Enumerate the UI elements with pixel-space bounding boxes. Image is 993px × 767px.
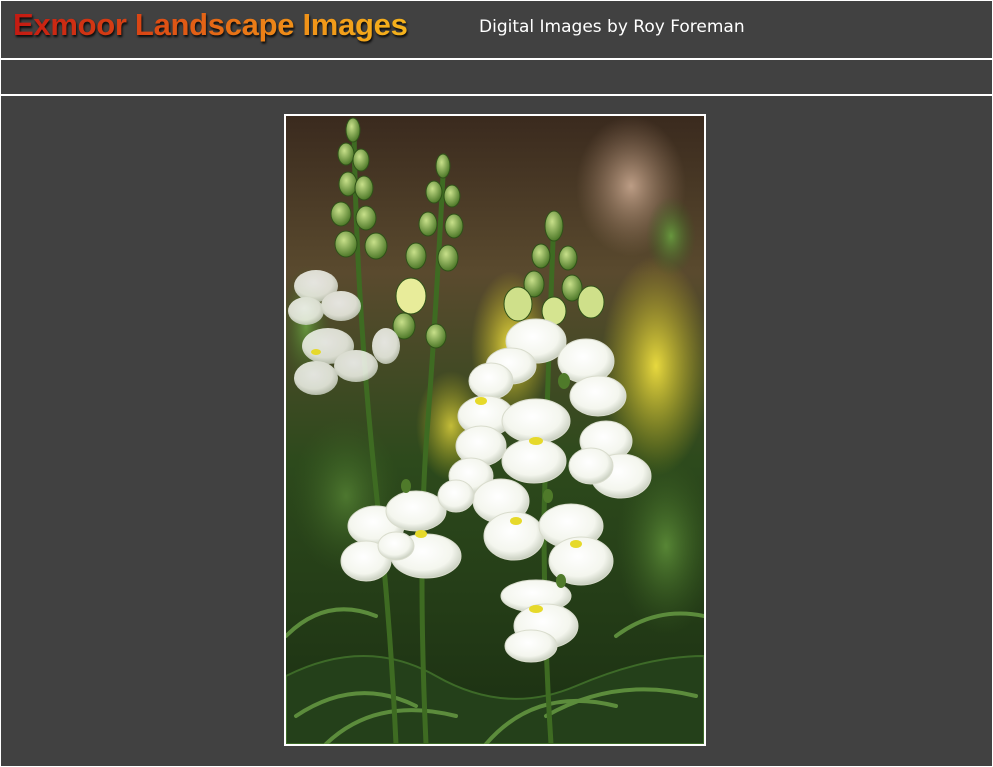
nav-band [1, 60, 992, 94]
site-title: Exmoor Landscape Images [13, 7, 408, 42]
flower-photo-illustration [286, 116, 704, 744]
flower-photo [284, 114, 706, 746]
page-frame: Exmoor Landscape Images Digital Images b… [1, 1, 992, 766]
header-divider-bottom [1, 94, 992, 96]
site-header: Exmoor Landscape Images Digital Images b… [1, 1, 992, 58]
site-subtitle: Digital Images by Roy Foreman [479, 17, 745, 37]
